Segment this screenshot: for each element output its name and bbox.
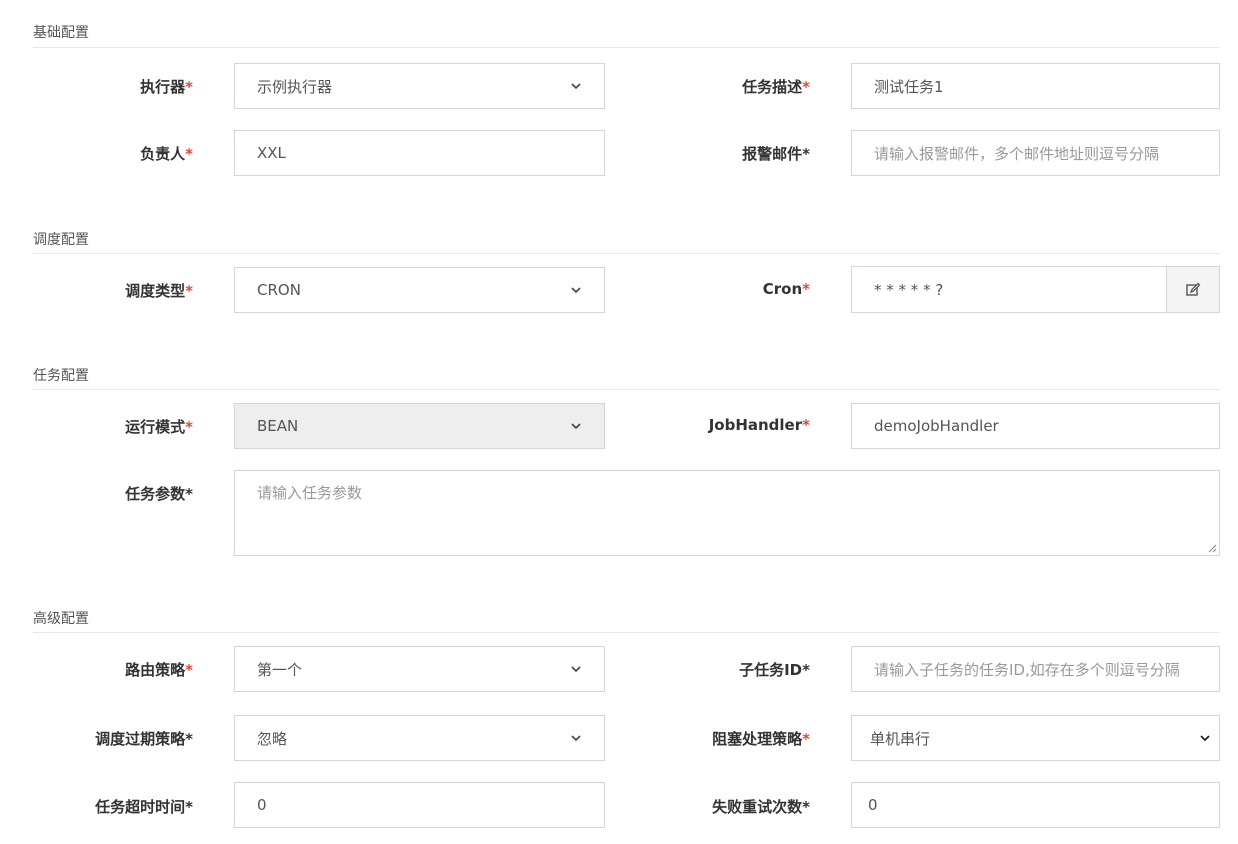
- block-strategy-label: 阻塞处理策略*: [712, 730, 810, 748]
- timeout-label: 任务超时时间*: [95, 798, 193, 816]
- section-divider: [33, 47, 1220, 48]
- section-divider: [33, 632, 1220, 633]
- cron-label: Cron*: [762, 280, 810, 298]
- author-input[interactable]: XXL: [234, 130, 605, 176]
- edit-icon: [1186, 282, 1201, 296]
- executor-label: 执行器*: [140, 78, 193, 96]
- fail-retry-label: 失败重试次数*: [712, 798, 810, 816]
- job-handler-label: JobHandler*: [708, 416, 810, 434]
- cron-edit-button[interactable]: [1166, 266, 1220, 313]
- chevron-down-icon: [571, 735, 581, 742]
- timeout-input[interactable]: 0: [234, 782, 605, 828]
- child-job-id-input[interactable]: 请输入子任务的任务ID,如存在多个则逗号分隔: [851, 646, 1220, 692]
- block-strategy-select[interactable]: 单机串行: [851, 715, 1220, 761]
- fail-retry-input[interactable]: 0: [851, 782, 1220, 828]
- section-title-advanced: 高级配置: [33, 611, 89, 627]
- alarm-email-label: 报警邮件*: [742, 145, 810, 163]
- alarm-email-input[interactable]: 请输入报警邮件，多个邮件地址则逗号分隔: [851, 130, 1220, 176]
- section-title-basic: 基础配置: [33, 25, 89, 41]
- section-title-schedule: 调度配置: [33, 232, 89, 248]
- child-job-id-label: 子任务ID*: [739, 661, 810, 679]
- cron-input[interactable]: * * * * * ?: [851, 266, 1167, 313]
- chevron-down-icon: [1200, 735, 1210, 742]
- chevron-down-icon: [571, 666, 581, 673]
- glue-type-select: BEAN: [234, 403, 605, 449]
- glue-type-label: 运行模式*: [125, 418, 193, 436]
- resize-grip-icon[interactable]: [1207, 543, 1217, 553]
- chevron-down-icon: [571, 423, 581, 430]
- job-desc-input[interactable]: 测试任务1: [851, 63, 1220, 109]
- job-param-label: 任务参数*: [125, 485, 193, 503]
- chevron-down-icon: [571, 287, 581, 294]
- schedule-type-label: 调度类型*: [125, 282, 193, 300]
- executor-select[interactable]: 示例执行器: [234, 63, 605, 109]
- chevron-down-icon: [571, 83, 581, 90]
- job-desc-label: 任务描述*: [742, 78, 810, 96]
- route-strategy-select[interactable]: 第一个: [234, 646, 605, 692]
- schedule-type-select[interactable]: CRON: [234, 267, 605, 313]
- author-label: 负责人*: [140, 145, 193, 163]
- job-param-textarea[interactable]: 请输入任务参数: [234, 470, 1220, 556]
- route-strategy-label: 路由策略*: [125, 661, 193, 679]
- job-handler-input[interactable]: demoJobHandler: [851, 403, 1220, 449]
- misfire-strategy-label: 调度过期策略*: [95, 730, 193, 748]
- misfire-strategy-select[interactable]: 忽略: [234, 715, 605, 761]
- section-title-job: 任务配置: [33, 368, 89, 384]
- section-divider: [33, 253, 1220, 254]
- section-divider: [33, 389, 1220, 390]
